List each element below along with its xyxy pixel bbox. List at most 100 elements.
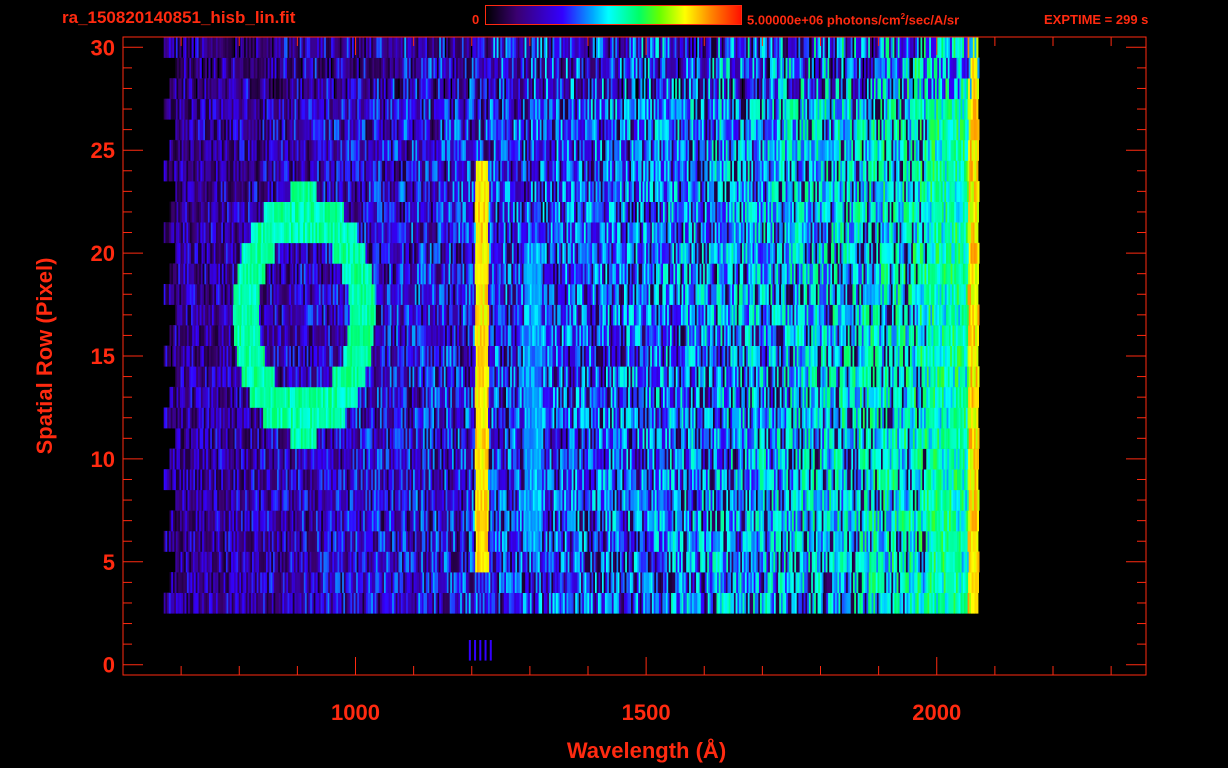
heatmap-cell [286,448,289,470]
heatmap-cell [397,448,400,470]
heatmap-cell [397,510,400,532]
heatmap-cell [261,530,264,552]
heatmap-cell [608,592,611,614]
heatmap-cell [574,572,577,593]
heatmap-cell [475,407,478,429]
heatmap-cell [419,551,422,573]
heatmap-cell [798,407,801,429]
heatmap-cell [722,428,725,449]
heatmap-cell [900,448,903,470]
heatmap-cell [231,428,234,449]
heatmap-cell [441,448,444,470]
heatmap-cell [615,469,618,491]
heatmap-cell [658,469,661,491]
heatmap-cell [726,489,729,511]
heatmap-cell [482,428,485,449]
heatmap-cell [500,407,503,429]
heatmap-cell [772,386,775,408]
heatmap-cell [513,572,516,593]
heatmap-cell [562,428,565,449]
heatmap-cell [428,469,431,491]
heatmap-cell [224,551,227,573]
heatmap-cell [491,592,494,614]
heatmap-cell [894,592,897,614]
heatmap-cell [370,448,373,470]
heatmap-cell [940,428,943,449]
heatmap-cell [794,489,797,511]
heatmap-cell [227,510,230,532]
heatmap-cell [460,510,463,532]
heatmap-cell [860,572,863,593]
heatmap-cell [674,469,677,491]
heatmap-cell [357,448,360,470]
heatmap-cell [795,448,798,470]
heatmap-cell [649,448,652,470]
heatmap-cell [468,469,471,491]
heatmap-cell [236,530,239,552]
heatmap-cell [868,572,871,593]
heatmap-cell [432,592,435,614]
heatmap-cell [639,489,642,511]
heatmap-cell [658,551,661,573]
heatmap-cell [953,428,956,449]
heatmap-cell [646,530,649,552]
heatmap-cell [770,407,773,429]
heatmap-cell [401,448,404,470]
heatmap-cell [214,448,217,470]
heatmap-cell [590,469,593,491]
heatmap-cell [683,386,686,408]
heatmap-cell [454,551,457,573]
heatmap-cell [453,572,456,593]
heatmap-cell [701,572,704,593]
heatmap-cell [237,386,240,408]
heatmap-cell [907,572,910,593]
heatmap-cell [389,386,392,408]
heatmap-cell [745,428,748,449]
heatmap-cell [964,448,967,470]
heatmap-cell [950,407,953,429]
heatmap-cell [450,572,453,593]
heatmap-cell [670,428,673,449]
heatmap-cell [209,530,212,552]
heatmap-cell [395,530,398,552]
heatmap-cell [525,448,528,470]
heatmap-cell [333,510,336,532]
heatmap-cell [661,551,664,573]
heatmap-cell [626,428,629,449]
heatmap-cell [577,386,580,408]
heatmap-cell [907,510,910,532]
heatmap-cell [516,448,519,470]
heatmap-cell [496,592,499,614]
heatmap-cell [608,386,611,408]
heatmap-cell [528,530,531,552]
heatmap-cell [587,530,590,552]
heatmap-cell [357,469,360,491]
heatmap-cell [766,551,769,573]
heatmap-cell [856,572,859,593]
heatmap-cell [323,551,326,573]
heatmap-cell [577,448,580,470]
heatmap-cell [229,469,232,491]
heatmap-cell [475,551,478,573]
heatmap-cell [296,469,299,491]
heatmap-cell [503,592,506,614]
heatmap-cell [454,428,457,449]
heatmap-cell [221,572,224,593]
heatmap-cell [751,530,754,552]
heatmap-cell [782,469,785,491]
heatmap-cell [875,448,878,470]
heatmap-cell [503,489,506,511]
heatmap-cell [428,530,431,552]
heatmap-cell [667,407,670,429]
heatmap-cell [339,489,342,511]
heatmap-cell [879,448,882,470]
heatmap-cell [348,530,351,552]
heatmap-cell [509,510,512,532]
heatmap-cell [775,407,778,429]
heatmap-cell [747,407,750,429]
heatmap-cell [230,386,233,408]
heatmap-cell [469,386,472,408]
heatmap-cell [702,407,705,429]
heatmap-cell [363,489,366,511]
heatmap-cell [935,510,938,532]
